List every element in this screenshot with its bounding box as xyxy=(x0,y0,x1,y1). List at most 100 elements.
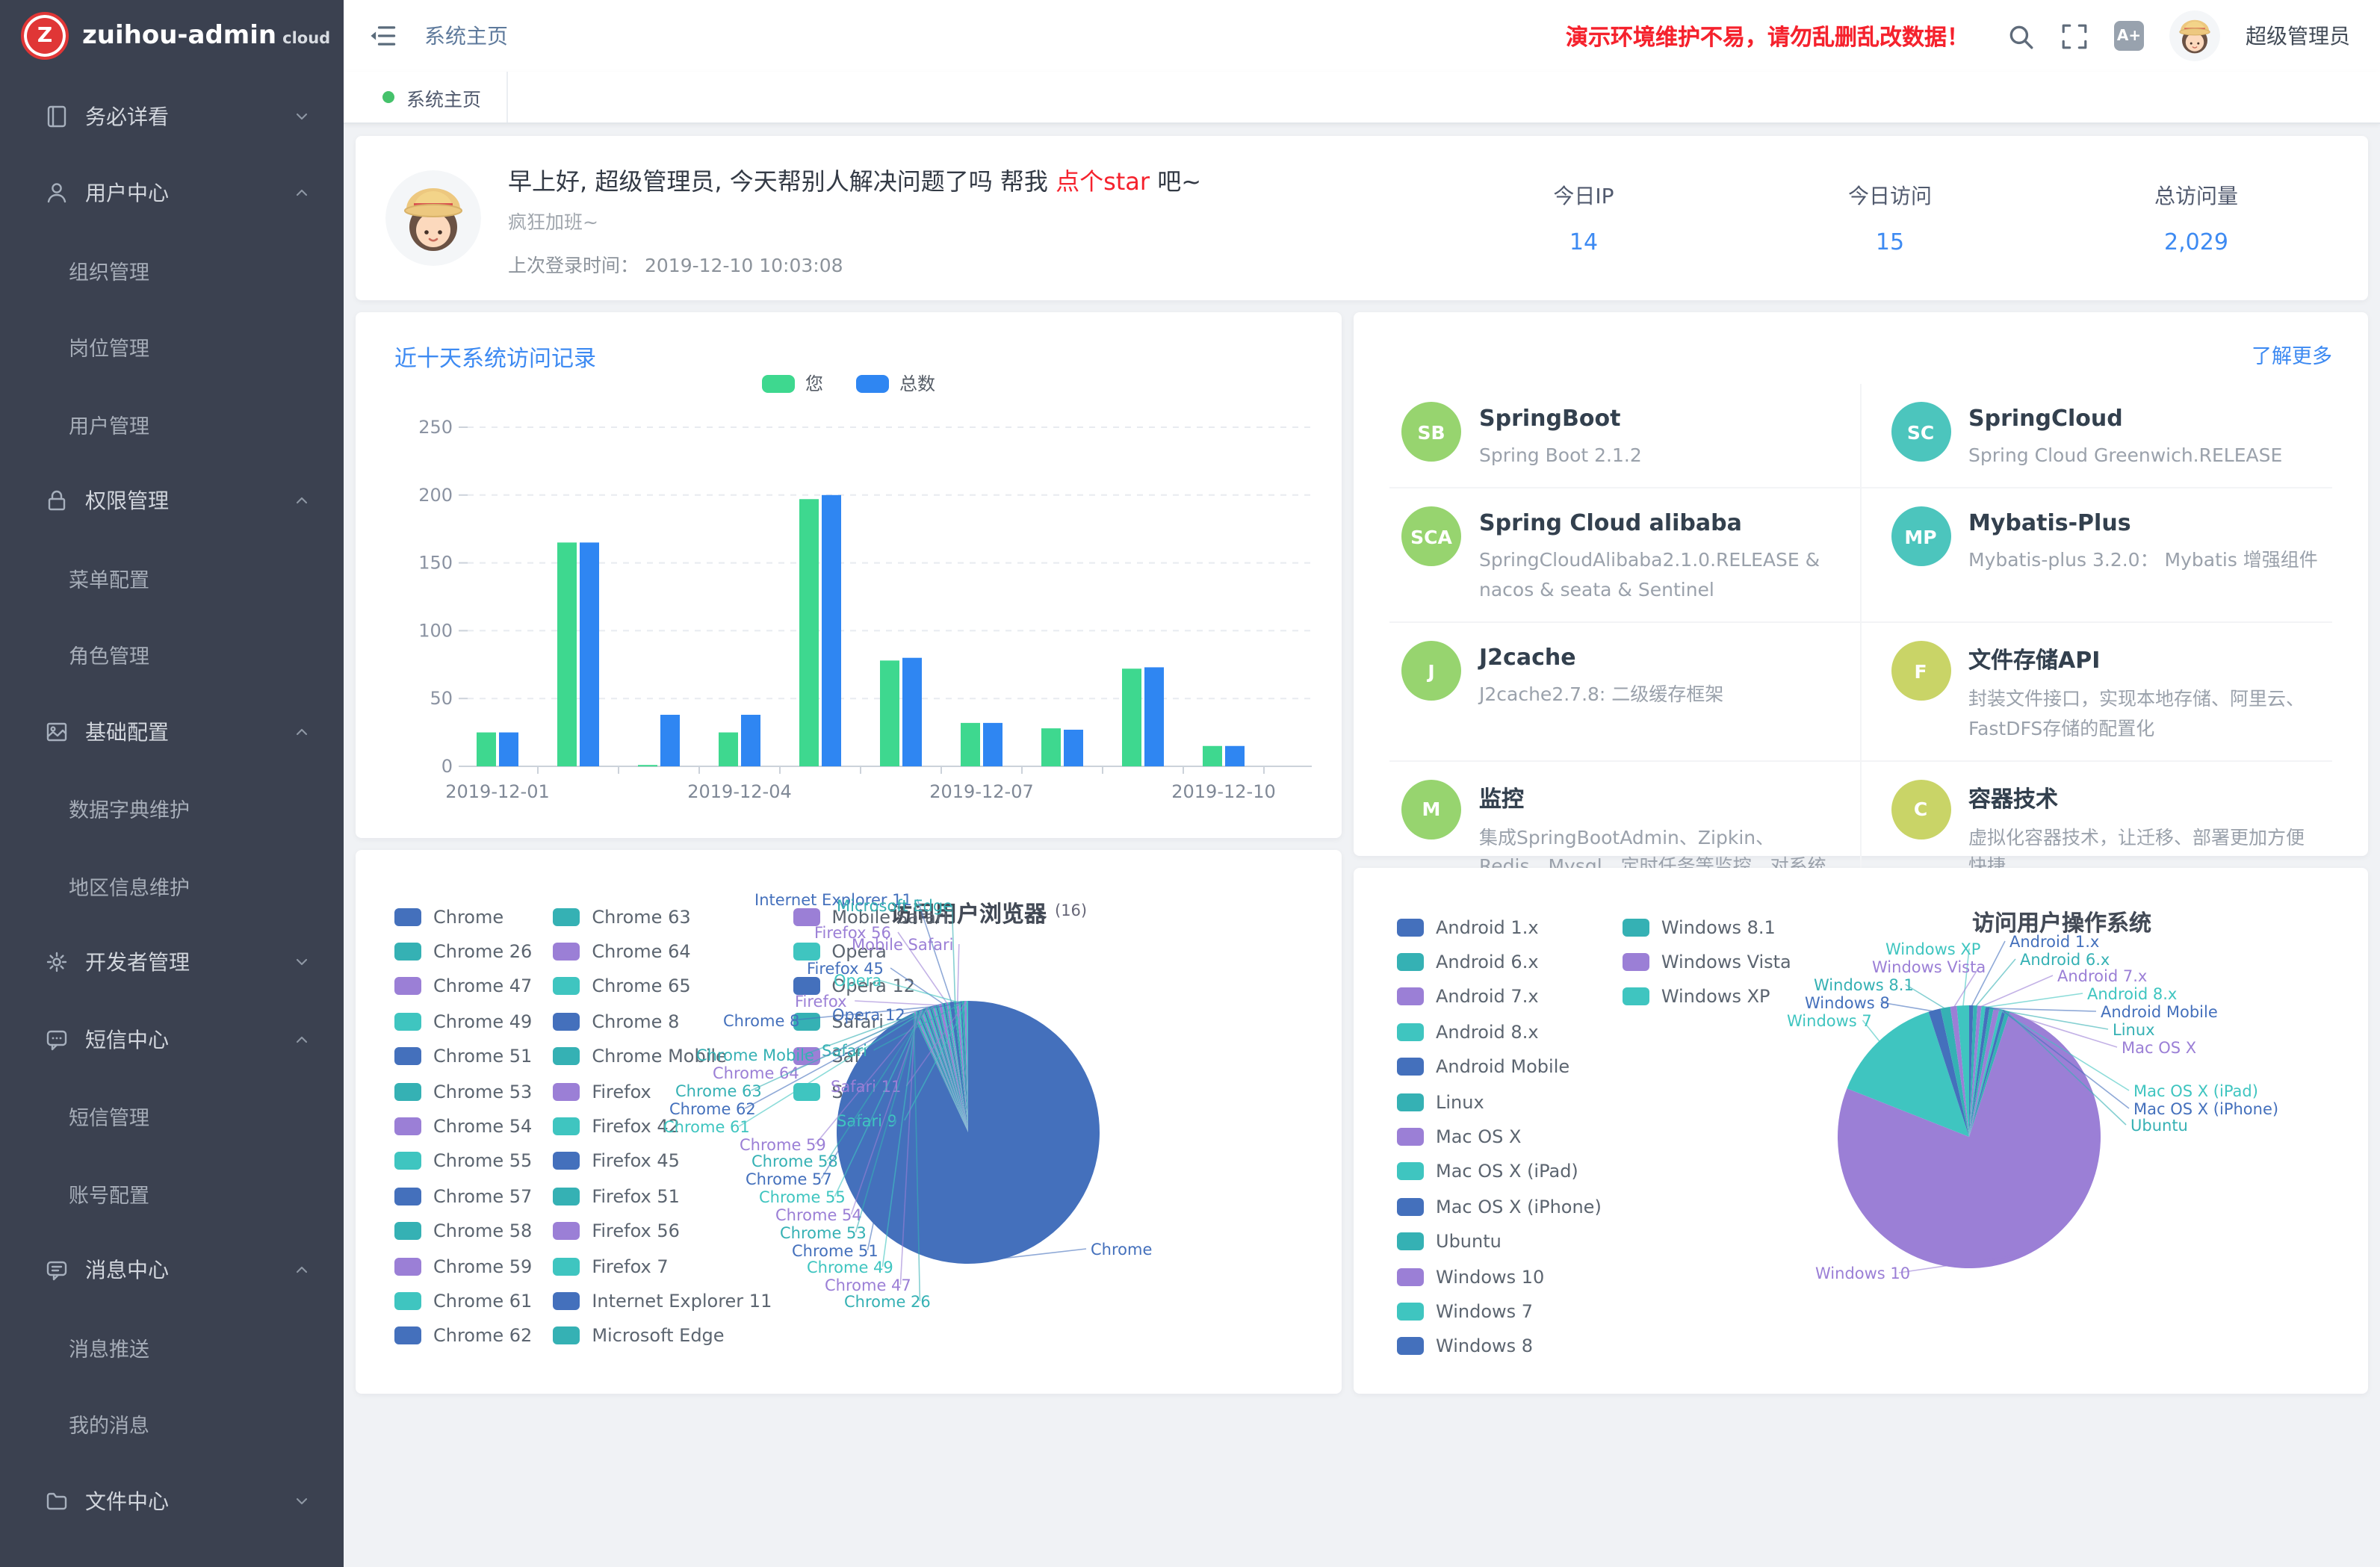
sidebar-item[interactable]: 短信中心 xyxy=(0,1001,344,1078)
legend-item[interactable]: Firefox 51 xyxy=(553,1179,772,1214)
legend-item[interactable]: Microsoft Edge xyxy=(553,1318,772,1353)
legend-item[interactable]: Mac OS X (iPad) xyxy=(1397,1154,1602,1189)
sidebar-subitem[interactable]: 岗位管理 xyxy=(0,308,344,385)
sidebar-subitem[interactable]: 数据字典维护 xyxy=(0,770,344,847)
legend-item[interactable]: Ubuntu xyxy=(1397,1224,1602,1259)
legend-item[interactable]: Firefox 7 xyxy=(553,1249,772,1284)
breadcrumb[interactable]: 系统主页 xyxy=(424,21,508,51)
frameworks-grid: SBSpringBootSpring Boot 2.1.2SCSpringClo… xyxy=(1389,384,2332,928)
legend-item[interactable]: Chrome Mobile xyxy=(553,1039,772,1074)
sidebar-item[interactable]: 开发者管理 xyxy=(0,924,344,1001)
sidebar-item[interactable]: 消息中心 xyxy=(0,1232,344,1309)
legend-item[interactable]: Windows 10 xyxy=(1397,1259,1602,1294)
menu-fold-icon[interactable] xyxy=(368,21,397,51)
legend-item[interactable]: Chrome 62 xyxy=(394,1318,532,1353)
navbar-right: 演示环境维护不易，请勿乱删乱改数据！ A+ xyxy=(1566,10,2350,61)
legend-label: Android 7.x xyxy=(1436,987,1539,1008)
frameworks-card: 了解更多 SBSpringBootSpring Boot 2.1.2SCSpri… xyxy=(1354,312,2368,856)
legend-item[interactable]: Mobile Safari xyxy=(793,899,948,934)
legend-item[interactable]: Windows 8.1 xyxy=(1623,910,1791,945)
legend-item[interactable]: Chrome 47 xyxy=(394,969,532,1005)
framework-title: 文件存储API xyxy=(1968,644,2320,675)
legend-item[interactable]: Firefox xyxy=(553,1074,772,1109)
sidebar-subitem[interactable]: 用户管理 xyxy=(0,385,344,462)
sidebar-item[interactable]: 基础配置 xyxy=(0,693,344,770)
legend-item[interactable]: Chrome 8 xyxy=(553,1004,772,1039)
app-title-text: zuihou-admin xyxy=(82,21,276,51)
bar-total xyxy=(741,715,760,766)
sidebar-subitem[interactable]: 我的消息 xyxy=(0,1386,344,1462)
legend-item[interactable]: Chrome 63 xyxy=(553,899,772,934)
legend-item[interactable]: Chrome 58 xyxy=(394,1214,532,1249)
folder-icon xyxy=(45,1489,69,1513)
legend-item[interactable]: Android Mobile xyxy=(1397,1049,1602,1085)
legend-item[interactable]: Firefox 42 xyxy=(553,1109,772,1144)
legend-item[interactable]: Windows XP xyxy=(1623,980,1791,1015)
legend-swatch xyxy=(553,978,580,996)
font-size-icon[interactable]: A+ xyxy=(2114,21,2144,51)
legend-item[interactable]: Safari 9 xyxy=(793,1074,948,1109)
sidebar-subitem[interactable]: 地区信息维护 xyxy=(0,847,344,924)
legend-item[interactable]: Chrome 55 xyxy=(394,1144,532,1179)
learn-more-link[interactable]: 了解更多 xyxy=(2252,339,2332,369)
legend-item[interactable]: Opera xyxy=(793,934,948,969)
legend-item[interactable]: Chrome 26 xyxy=(394,934,532,969)
framework-badge: F xyxy=(1891,641,1950,701)
legend-item[interactable]: Chrome 49 xyxy=(394,1004,532,1039)
logo[interactable]: Z zuihou-admincloud xyxy=(0,0,344,72)
sidebar-subitem[interactable]: 账号配置 xyxy=(0,1155,344,1232)
legend-item[interactable]: Android 7.x xyxy=(1397,980,1602,1015)
pie-slice xyxy=(962,1001,968,1132)
legend-label: Chrome 53 xyxy=(433,1081,532,1102)
stat-label: 今日IP xyxy=(1472,181,1696,211)
pie-slice xyxy=(1969,1006,1986,1137)
legend-item[interactable]: Chrome 54 xyxy=(394,1109,532,1144)
tab-home[interactable]: 系统主页 xyxy=(357,72,508,122)
legend-item[interactable]: Windows 8 xyxy=(1397,1329,1602,1364)
legend-item[interactable]: Linux xyxy=(1397,1085,1602,1120)
legend-label: Chrome 54 xyxy=(433,1116,532,1137)
sidebar-item[interactable]: 务必详看 xyxy=(0,78,344,155)
bar-total xyxy=(499,733,518,766)
sidebar-item[interactable]: 文件中心 xyxy=(0,1462,344,1539)
sidebar-item[interactable]: 权限管理 xyxy=(0,462,344,539)
sidebar-subitem[interactable]: 消息推送 xyxy=(0,1309,344,1386)
legend-item[interactable]: Safari 11 xyxy=(793,1039,948,1074)
search-icon[interactable] xyxy=(2006,22,2035,50)
sidebar-subitem[interactable]: 角色管理 xyxy=(0,616,344,693)
star-link[interactable]: 点个star xyxy=(1056,167,1150,196)
fullscreen-icon[interactable] xyxy=(2060,22,2089,50)
pie-slice xyxy=(1950,1006,1969,1137)
legend-item[interactable]: Android 8.x xyxy=(1397,1014,1602,1049)
demo-warning-text: 演示环境维护不易，请勿乱删乱改数据！ xyxy=(1566,20,1969,52)
sidebar-item[interactable]: 用户中心 xyxy=(0,155,344,232)
legend-item[interactable]: Windows 7 xyxy=(1397,1294,1602,1329)
legend-item[interactable]: Firefox 56 xyxy=(553,1214,772,1249)
username[interactable]: 超级管理员 xyxy=(2246,21,2350,51)
sidebar-item-label: 文件中心 xyxy=(85,1486,293,1516)
bar-chart[interactable]: 0501001502002502019-12-012019-12-042019-… xyxy=(356,312,1342,838)
legend-item[interactable]: Mac OS X (iPhone) xyxy=(1397,1189,1602,1224)
legend-item[interactable]: Chrome xyxy=(394,899,532,934)
legend-item[interactable]: Chrome 61 xyxy=(394,1284,532,1319)
sidebar-subitem[interactable]: 菜单配置 xyxy=(0,539,344,616)
legend-item[interactable]: Firefox 45 xyxy=(553,1144,772,1179)
sidebar-subitem[interactable]: 短信管理 xyxy=(0,1078,344,1155)
legend-item[interactable]: Android 6.x xyxy=(1397,945,1602,980)
sidebar-subitem[interactable]: 组织管理 xyxy=(0,232,344,308)
user-avatar[interactable] xyxy=(2169,10,2220,61)
legend-item[interactable]: Safari xyxy=(793,1004,948,1039)
pie-callout-label: Windows 8 xyxy=(1805,994,1890,1012)
legend-item[interactable]: Android 1.x xyxy=(1397,910,1602,945)
legend-item[interactable]: Chrome 57 xyxy=(394,1179,532,1214)
legend-item[interactable]: Chrome 51 xyxy=(394,1039,532,1074)
legend-item[interactable]: Chrome 53 xyxy=(394,1074,532,1109)
legend-item[interactable]: Opera 12 xyxy=(793,969,948,1005)
sidebar-subitem-label: 组织管理 xyxy=(69,255,149,285)
legend-item[interactable]: Windows Vista xyxy=(1623,945,1791,980)
legend-item[interactable]: Chrome 59 xyxy=(394,1249,532,1284)
legend-item[interactable]: Mac OS X xyxy=(1397,1120,1602,1155)
legend-item[interactable]: Chrome 65 xyxy=(553,969,772,1005)
legend-item[interactable]: Chrome 64 xyxy=(553,934,772,969)
legend-item[interactable]: Internet Explorer 11 xyxy=(553,1284,772,1319)
